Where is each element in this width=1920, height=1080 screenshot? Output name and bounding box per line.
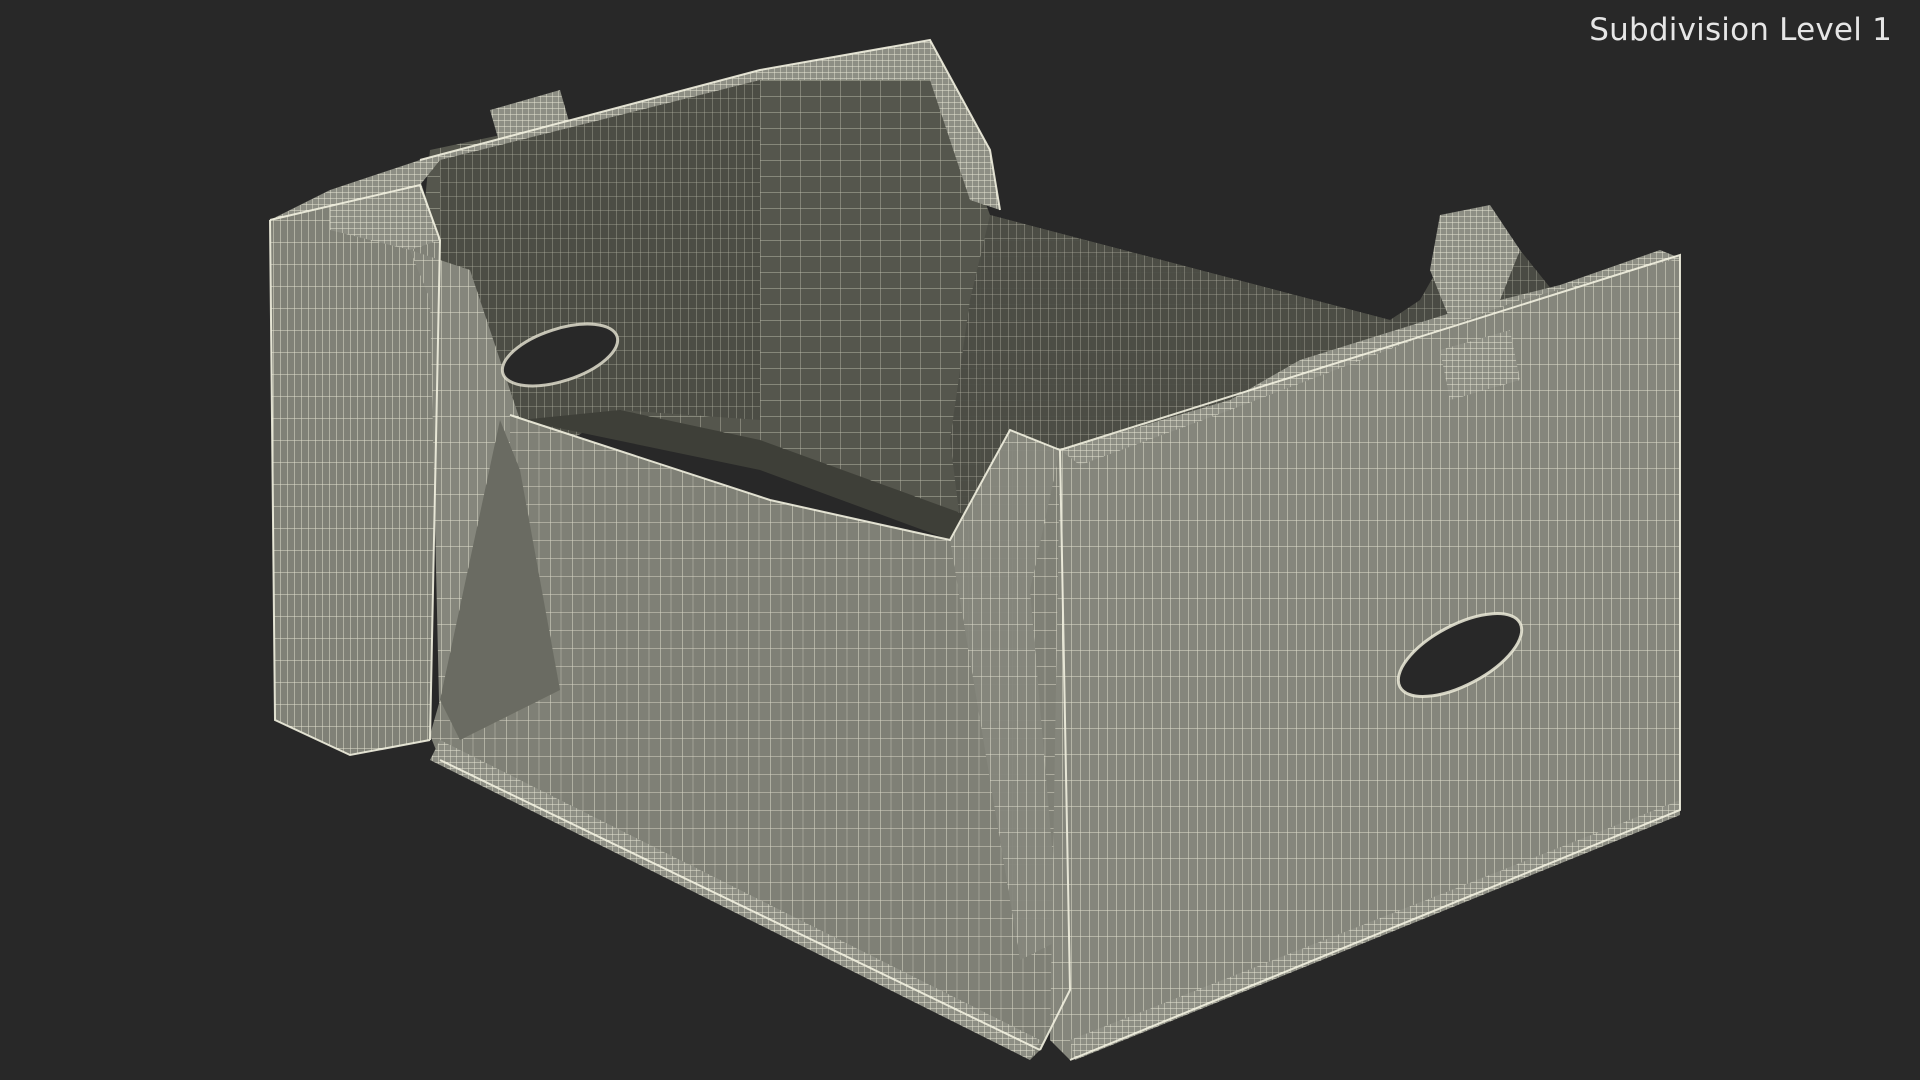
subdivision-level-label: Subdivision Level 1 xyxy=(1589,12,1892,48)
crate-wireframe-model xyxy=(269,38,1681,1061)
3d-viewport[interactable]: Subdivision Level 1 xyxy=(0,0,1920,1080)
